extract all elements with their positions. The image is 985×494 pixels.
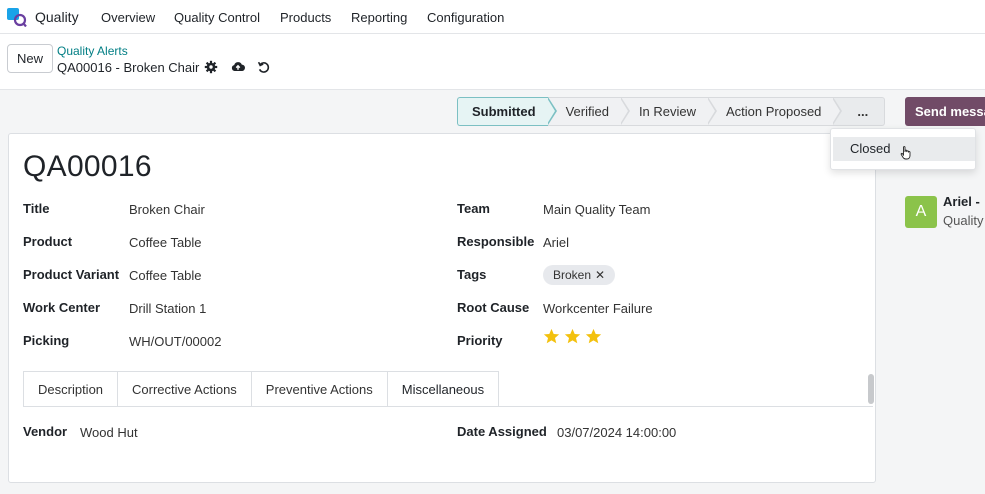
tag-label: Broken <box>553 268 592 282</box>
field-product-variant-select[interactable]: Coffee Table <box>129 268 202 283</box>
star-icon[interactable] <box>543 328 560 345</box>
stage-label: Verified <box>565 104 609 119</box>
gear-icon[interactable] <box>204 60 218 74</box>
field-label-date-assigned: Date Assigned <box>457 424 547 439</box>
breadcrumb-record-name: QA00016 - Broken Chair <box>57 60 200 75</box>
tab-corrective-actions[interactable]: Corrective Actions <box>117 371 251 406</box>
priority-stars <box>543 328 602 345</box>
field-work-center-select[interactable]: Drill Station 1 <box>129 301 206 316</box>
app-name[interactable]: Quality <box>35 9 79 25</box>
star-icon[interactable] <box>585 328 602 345</box>
chatter-author[interactable]: Ariel - <box>943 194 980 209</box>
menu-products[interactable]: Products <box>280 10 331 25</box>
stage-label: Submitted <box>472 104 536 119</box>
tab-description[interactable]: Description <box>23 371 118 406</box>
field-label-product: Product <box>23 234 73 249</box>
menu-configuration[interactable]: Configuration <box>427 10 504 25</box>
tab-miscellaneous[interactable]: Miscellaneous <box>386 371 500 406</box>
tabs-divider <box>23 406 873 407</box>
field-label-title: Title <box>23 201 50 216</box>
field-label-tags: Tags <box>457 267 487 282</box>
hand-pointer-icon <box>900 146 911 160</box>
field-team-select[interactable]: Main Quality Team <box>543 202 650 217</box>
send-message-button[interactable]: Send messa <box>905 97 985 126</box>
discard-undo-icon[interactable] <box>257 60 271 74</box>
avatar[interactable]: A <box>905 196 937 228</box>
stage-action-proposed[interactable]: Action Proposed <box>708 97 843 126</box>
field-label-vendor: Vendor <box>23 424 68 439</box>
field-label-priority: Priority <box>457 333 503 348</box>
scrollbar[interactable] <box>868 374 874 404</box>
menu-overview[interactable]: Overview <box>101 10 155 25</box>
field-label-product-variant: Product Variant <box>23 267 120 282</box>
quality-app-icon[interactable] <box>7 8 27 27</box>
stage-in-review[interactable]: In Review <box>620 97 718 126</box>
field-label-root-cause: Root Cause <box>457 300 530 315</box>
top-navbar: Quality Overview Quality Control Product… <box>0 0 985 34</box>
tab-preventive-actions[interactable]: Preventive Actions <box>250 371 387 406</box>
record-title: QA00016 <box>23 150 152 183</box>
field-label-responsible: Responsible <box>457 234 535 249</box>
menu-quality-control[interactable]: Quality Control <box>174 10 260 25</box>
field-date-assigned-input[interactable]: 03/07/2024 14:00:00 <box>557 425 676 440</box>
breadcrumb-quality-alerts[interactable]: Quality Alerts <box>57 44 128 58</box>
chatter-subline: Quality <box>943 213 984 228</box>
menu-reporting[interactable]: Reporting <box>351 10 407 25</box>
tag-badge[interactable]: Broken ✕ <box>543 265 616 285</box>
stage-verified[interactable]: Verified <box>547 97 630 126</box>
new-button[interactable]: New <box>7 44 53 73</box>
field-label-work-center: Work Center <box>23 300 101 315</box>
field-root-cause-select[interactable]: Workcenter Failure <box>543 301 653 316</box>
tag-remove-icon[interactable]: ✕ <box>595 268 605 282</box>
star-icon[interactable] <box>564 328 581 345</box>
cloud-upload-icon[interactable] <box>231 60 245 74</box>
field-responsible-select[interactable]: Ariel <box>543 235 569 250</box>
field-product-select[interactable]: Coffee Table <box>129 235 202 250</box>
control-panel: New Quality Alerts QA00016 - Broken Chai… <box>0 34 985 90</box>
field-vendor-select[interactable]: Wood Hut <box>80 425 138 440</box>
field-label-team: Team <box>457 201 490 216</box>
stage-submitted[interactable]: Submitted <box>457 97 557 126</box>
form-sheet: QA00016 Title Broken Chair Product Coffe… <box>8 133 876 483</box>
stage-label: Action Proposed <box>726 104 822 119</box>
stage-statusbar: Submitted Verified In Review Action Prop… <box>457 97 886 126</box>
field-title-input[interactable]: Broken Chair <box>129 202 205 217</box>
field-label-picking: Picking <box>23 333 70 348</box>
stage-label: In Review <box>638 104 697 119</box>
field-picking-select[interactable]: WH/OUT/00002 <box>129 334 221 349</box>
notebook-tabs: Description Corrective Actions Preventiv… <box>23 371 500 406</box>
